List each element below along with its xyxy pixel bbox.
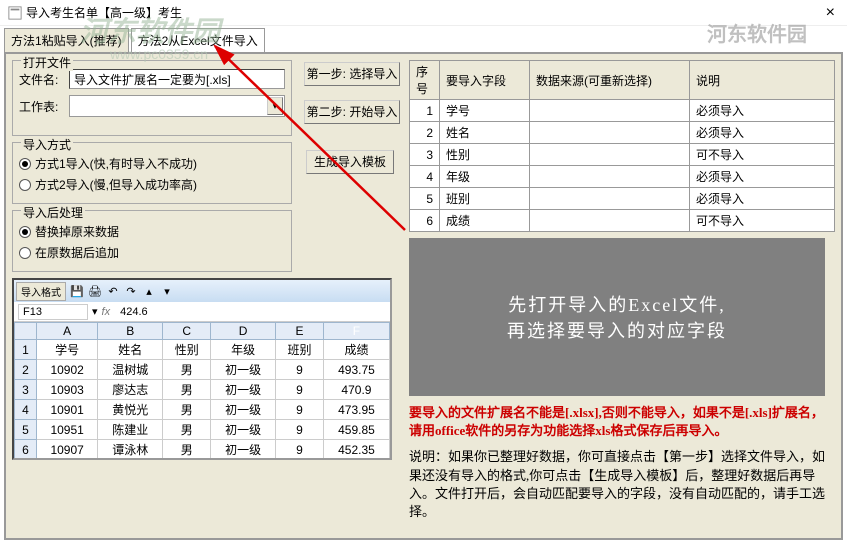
excel-toolbar: 导入格式 💾 🖨 ↶ ↷ ▴ ▾ (14, 280, 390, 302)
instruction-text: 说明：如果你已整理好数据，你可直接点击【第一步】选择文件导入，如果还没有导入的格… (409, 448, 835, 521)
import-mode-title: 导入方式 (21, 136, 73, 153)
excel-row: 1学号姓名性别年级班别成绩 (15, 340, 390, 360)
undo-icon[interactable]: ↶ (105, 283, 121, 299)
window-title: 导入考生名单【高一级】考生 (26, 4, 818, 21)
tab-method2[interactable]: 方法2从Excel文件导入 (131, 28, 265, 52)
formula-bar: F13 ▾ fx 424.6 (14, 302, 390, 322)
table-row: 5班别必须导入 (410, 188, 835, 210)
excel-row: 410901黄悦光男初一级9473.95 (15, 400, 390, 420)
chevron-down-icon: ▾ (267, 97, 283, 115)
append-radio[interactable]: 在原数据后追加 (19, 244, 285, 261)
import-mode-group: 导入方式 方式1导入(快,有时导入不成功) 方式2导入(慢,但导入成功率高) (12, 142, 292, 204)
filename-label: 文件名: (19, 71, 69, 88)
sort-asc-icon[interactable]: ▴ (141, 283, 157, 299)
replace-radio[interactable]: 替换掉原来数据 (19, 223, 285, 240)
radio-icon (19, 226, 31, 238)
fx-icon[interactable]: fx (98, 306, 115, 318)
template-button[interactable]: 生成导入模板 (306, 150, 394, 174)
content-frame: 打开文件 文件名: 工作表: ▾ 导入方式 方式1导入(快,有时导入不成功) 方… (4, 52, 843, 540)
tab-method1[interactable]: 方法1粘贴导入(推荐) (4, 28, 129, 52)
worksheet-combo[interactable]: ▾ (69, 95, 285, 117)
col-headers: A B C D E F (15, 323, 390, 340)
post-process-title: 导入后处理 (21, 204, 85, 221)
step1-button[interactable]: 第一步: 选择导入 (304, 62, 400, 86)
radio-icon (19, 247, 31, 259)
formula-value[interactable]: 424.6 (114, 306, 148, 318)
excel-preview: 导入格式 💾 🖨 ↶ ↷ ▴ ▾ F13 ▾ fx 424.6 A B C (12, 278, 392, 460)
hint-panel: 先打开导入的Excel文件, 再选择要导入的对应字段 (409, 238, 825, 396)
step2-button[interactable]: 第二步: 开始导入 (304, 100, 400, 124)
table-row: 1学号必须导入 (410, 100, 835, 122)
titlebar: 导入考生名单【高一级】考生 × (0, 0, 847, 26)
app-icon (8, 6, 22, 20)
col-note: 说明 (690, 61, 835, 100)
open-file-group: 打开文件 文件名: 工作表: ▾ (12, 60, 292, 136)
col-source: 数据来源(可重新选择) (530, 61, 690, 100)
redo-icon[interactable]: ↷ (123, 283, 139, 299)
col-field: 要导入字段 (440, 61, 530, 100)
fields-table[interactable]: 序号 要导入字段 数据来源(可重新选择) 说明 1学号必须导入 2姓名必须导入 … (409, 60, 835, 232)
table-row: 3性别可不导入 (410, 144, 835, 166)
table-row: 2姓名必须导入 (410, 122, 835, 144)
warning-text: 要导入的文件扩展名不能是[.xlsx],否则不能导入，如果不是[.xls]扩展名… (409, 404, 835, 440)
save-icon[interactable]: 💾 (69, 283, 85, 299)
open-file-title: 打开文件 (21, 54, 73, 71)
excel-row: 310903廖达志男初一级9470.9 (15, 380, 390, 400)
mode1-radio[interactable]: 方式1导入(快,有时导入不成功) (19, 155, 285, 172)
mode2-radio[interactable]: 方式2导入(慢,但导入成功率高) (19, 176, 285, 193)
cell-reference[interactable]: F13 (18, 304, 88, 320)
method-tabs: 方法1粘贴导入(推荐) 方法2从Excel文件导入 (4, 28, 843, 52)
worksheet-label: 工作表: (19, 98, 69, 115)
excel-row: 210902温树城男初一级9493.75 (15, 360, 390, 380)
table-row: 4年级必须导入 (410, 166, 835, 188)
sort-desc-icon[interactable]: ▾ (159, 283, 175, 299)
table-row: 6成绩可不导入 (410, 210, 835, 232)
excel-tab[interactable]: 导入格式 (16, 282, 66, 301)
post-process-group: 导入后处理 替换掉原来数据 在原数据后追加 (12, 210, 292, 272)
excel-grid[interactable]: A B C D E F 1学号姓名性别年级班别成绩 210902温树城男初一级9… (14, 322, 390, 460)
excel-row: 610907谭泳林男初一级9452.35 (15, 440, 390, 460)
hint-line1: 先打开导入的Excel文件, (508, 291, 725, 317)
close-button[interactable]: × (818, 4, 843, 22)
filename-input[interactable] (69, 69, 285, 89)
excel-row: 510951陈建业男初一级9459.85 (15, 420, 390, 440)
hint-line2: 再选择要导入的对应字段 (507, 317, 727, 343)
radio-icon (19, 179, 31, 191)
print-icon[interactable]: 🖨 (87, 283, 103, 299)
col-seq: 序号 (410, 61, 440, 100)
radio-icon (19, 158, 31, 170)
